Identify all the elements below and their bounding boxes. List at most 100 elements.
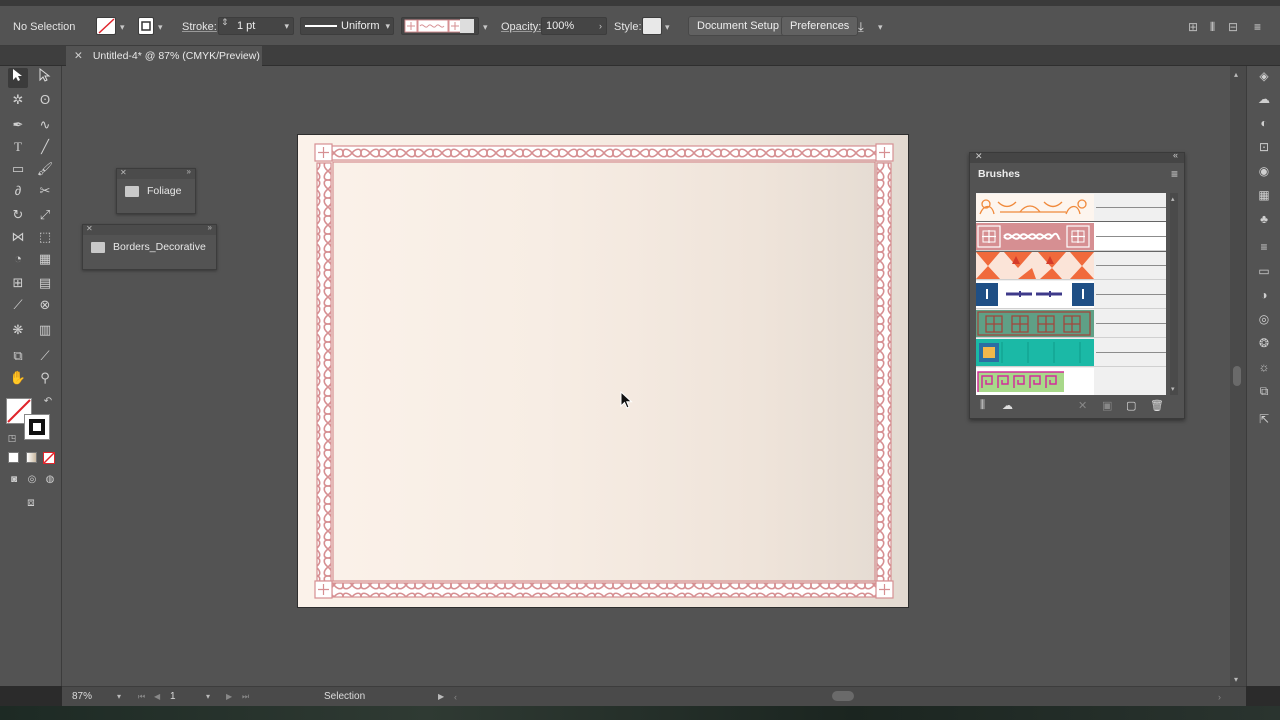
selection-tool-icon[interactable] [8,68,28,88]
screen-mode-icon[interactable]: ⧈ [21,492,41,512]
horizontal-scroll-thumb[interactable] [832,691,854,701]
close-icon[interactable]: ✕ [975,151,983,162]
foliage-library-panel[interactable]: ✕ » Foliage [116,167,196,214]
brushes-panel[interactable]: ✕ « Brushes ≡ ▴ ▾ ⫼ ☁ ✕ ▣ ▢ 🗑 [969,150,1185,419]
brush-definition[interactable] [401,17,479,35]
line-segment-tool-icon[interactable]: ╱ [35,137,55,157]
scroll-left-icon[interactable]: ‹ [454,690,457,704]
zoom-dropdown-icon[interactable]: ▾ [117,690,121,704]
default-colors-icon[interactable]: ◳ [2,428,22,448]
properties-icon[interactable]: ⊡ [1256,139,1272,155]
scroll-up-icon[interactable]: ▴ [1234,70,1238,79]
next-artboard-icon[interactable]: ▶ [226,690,232,704]
transform-icon[interactable]: ▭ [1256,263,1272,279]
brush-row-greek-key[interactable] [976,367,1166,395]
collapse-icon[interactable]: » [208,223,212,232]
align-icon[interactable]: ≡ [1256,239,1272,255]
brush-options-icon[interactable]: ▣ [1102,399,1112,412]
stroke-icon[interactable]: ☼ [1256,359,1272,375]
export-icon[interactable]: ⇱ [1256,411,1272,427]
align-icon[interactable]: ⫴ [1210,18,1215,36]
previous-artboard-icon[interactable]: ◀ [154,690,160,704]
pathfinder-icon[interactable]: ⧉ [1256,383,1272,399]
stroke-dropdown-icon[interactable]: ▾ [158,18,163,36]
close-icon[interactable]: ✕ [120,168,127,177]
slice-tool-icon[interactable]: ⟋ [35,346,55,366]
brush-libraries-menu-icon[interactable]: ⫼ [980,399,985,412]
chevron-down-icon[interactable]: ▾ [385,18,390,34]
shape-builder-tool-icon[interactable]: ◔ [8,249,28,269]
libraries-icon[interactable]: ☁ [1256,91,1272,107]
fill-dropdown-icon[interactable]: ▾ [120,18,125,36]
curvature-tool-icon[interactable]: ∿ [35,115,55,135]
none-mode-icon[interactable] [43,452,55,464]
stroke-weight-field[interactable]: ⇕ 1 pt ▾ [218,17,294,35]
mesh-tool-icon[interactable]: ⊞ [8,273,28,293]
brush-dropdown-icon[interactable]: ▾ [483,18,488,36]
column-graph-tool-icon[interactable]: ▥ [35,320,55,340]
chevron-down-icon[interactable]: ▾ [284,18,289,34]
swatches-icon[interactable]: ▦ [1256,187,1272,203]
color-guide-icon[interactable]: ◉ [1256,163,1272,179]
remove-brush-stroke-icon[interactable]: ✕ [1078,399,1087,412]
stepper-icon[interactable]: ⇕ [221,17,229,28]
last-artboard-icon[interactable]: ⏭ [242,690,249,704]
transparency-icon[interactable]: ◎ [1256,311,1272,327]
current-tool-status[interactable]: Selection [324,690,365,704]
scroll-up-icon[interactable]: ▴ [1171,195,1175,203]
borders-decorative-library-panel[interactable]: ✕ » Borders_Decorative [82,223,217,270]
opacity-field[interactable]: 100% › [541,17,607,35]
free-transform-tool-icon[interactable]: ⬚ [35,227,55,247]
appearance-icon[interactable]: ◐ [1256,115,1272,131]
draw-behind-icon[interactable]: ◎ [22,470,42,490]
opacity-label[interactable]: Opacity: [501,18,541,36]
rotate-tool-icon[interactable]: ↻ [8,205,28,225]
first-artboard-icon[interactable]: ⏮ [138,690,145,704]
brush-row-ornate[interactable] [976,193,1166,222]
lasso-tool-icon[interactable]: ʘ [35,90,55,110]
brush-list[interactable] [976,193,1166,395]
gradient-mode-icon[interactable] [26,452,37,463]
close-icon[interactable]: ✕ [74,50,83,62]
gradient-icon[interactable]: ◑ [1256,287,1272,303]
artboard[interactable] [297,134,909,608]
direct-selection-tool-icon[interactable] [35,67,55,88]
panel-scrollbar[interactable]: ▴ ▾ [1170,193,1178,395]
brush-row-blue[interactable] [976,280,1166,309]
layers-icon[interactable]: ◈ [1256,68,1272,84]
chevron-right-icon[interactable]: › [599,18,602,34]
eyedropper-tool-icon[interactable]: ⟋ [8,295,28,315]
magic-wand-tool-icon[interactable]: ✲ [8,90,28,110]
symbol-sprayer-tool-icon[interactable]: ❋ [8,320,28,340]
type-tool-icon[interactable]: T [8,137,28,157]
borders-row[interactable]: Borders_Decorative [83,235,216,259]
perspective-grid-tool-icon[interactable]: ▦ [35,249,55,269]
brush-row-triangles[interactable] [976,251,1166,280]
hand-tool-icon[interactable]: ✋ [8,368,28,388]
artboard-number-field[interactable]: 1 [170,690,176,704]
arrange-documents-icon[interactable]: ⤓ [858,18,864,36]
document-tab[interactable]: ✕ Untitled-4* @ 87% (CMYK/Preview) [66,46,262,66]
rectangle-tool-icon[interactable]: ▭ [8,159,28,179]
transform-icon[interactable]: ⊟ [1228,18,1238,36]
width-tool-icon[interactable]: ⋈ [8,227,28,247]
fill-swatch[interactable] [96,17,116,35]
shaper-tool-icon[interactable]: ∂ [8,181,28,201]
brush-row-teal[interactable] [976,338,1166,367]
blend-tool-icon[interactable]: ⊗ [35,295,55,315]
workspace-icon[interactable]: ⊞ [1188,18,1198,36]
brush-row-green-grid[interactable] [976,309,1166,338]
collapse-icon[interactable]: » [187,167,191,176]
draw-inside-icon[interactable]: ◍ [40,470,60,490]
vertical-scrollbar[interactable]: ▴ ▾ [1230,66,1246,686]
artboard-tool-icon[interactable]: ⧉ [8,346,28,366]
delete-brush-icon[interactable]: 🗑 [1150,399,1164,412]
scroll-down-icon[interactable]: ▾ [1171,385,1175,393]
swap-fill-stroke-icon[interactable]: ↶ [38,392,58,412]
scroll-right-icon[interactable]: › [1218,690,1221,704]
brushes-tab[interactable]: Brushes ≡ [970,163,1184,185]
new-brush-icon[interactable]: ▢ [1126,399,1136,412]
brush-row-rope[interactable] [976,221,1166,252]
variable-width-profile[interactable]: Uniform ▾ [300,17,394,35]
status-menu-icon[interactable]: ▶ [438,690,444,704]
